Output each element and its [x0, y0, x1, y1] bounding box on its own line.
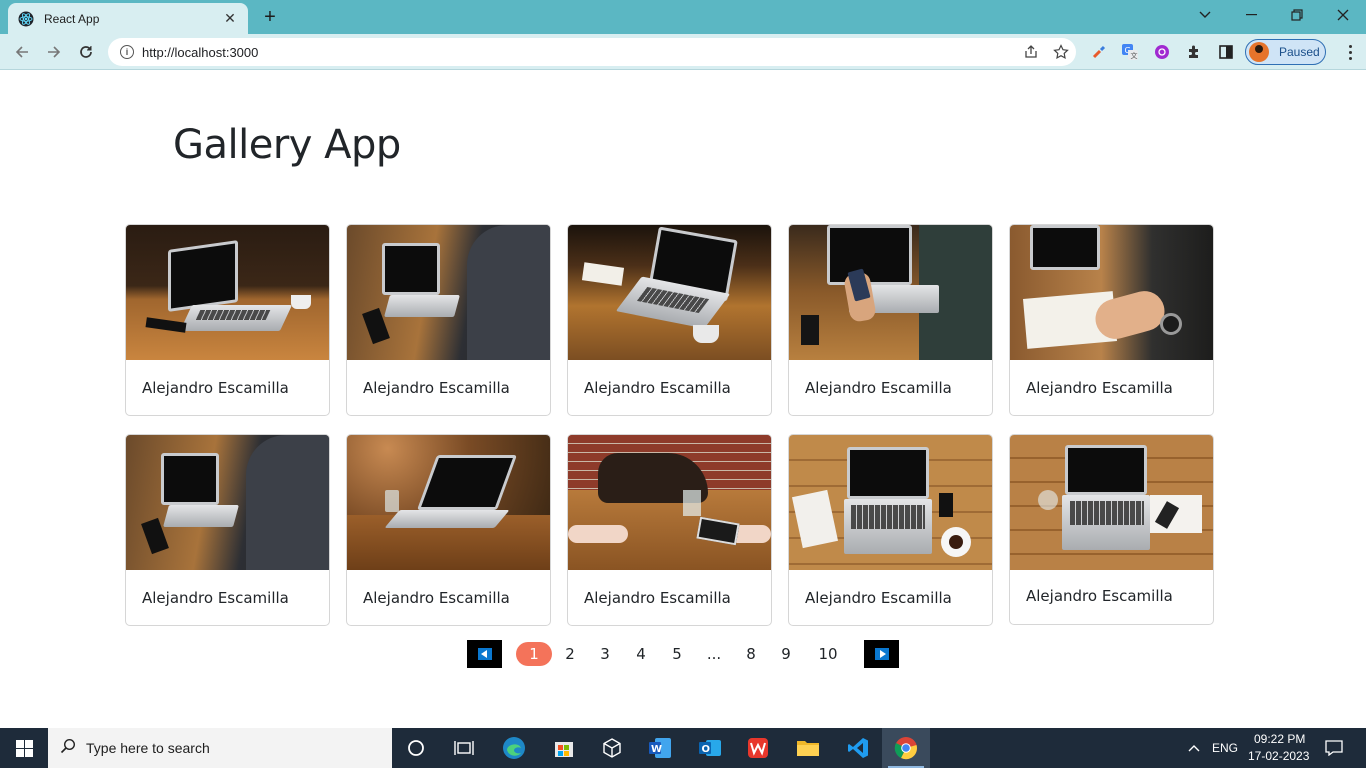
tab-search-chevron-icon[interactable]	[1182, 0, 1228, 30]
svg-text:文: 文	[1131, 51, 1138, 60]
browser-tab-bar: React App ✕ +	[0, 0, 1366, 34]
notifications-icon[interactable]	[1310, 728, 1358, 768]
laptop-coffee-photo[interactable]	[568, 225, 771, 360]
language-indicator[interactable]: ENG	[1212, 741, 1238, 755]
url-text: http://localhost:3000	[142, 44, 259, 60]
close-window-icon[interactable]	[1320, 0, 1366, 30]
profile-status: Paused	[1279, 45, 1320, 59]
extensions-puzzle-icon[interactable]	[1184, 42, 1204, 62]
clock-time[interactable]: 09:22 PM	[1254, 732, 1305, 746]
page-1-button[interactable]: 1	[516, 642, 552, 666]
page-5-button[interactable]: 5	[667, 642, 687, 666]
gallery-card[interactable]: Alejandro Escamilla	[567, 224, 772, 416]
laptop-on-table-photo[interactable]	[126, 225, 329, 360]
next-page-button[interactable]	[864, 640, 899, 668]
windows-start-icon[interactable]	[0, 728, 48, 768]
man-writing-notebook-photo[interactable]	[1010, 225, 1213, 360]
new-tab-icon[interactable]: +	[258, 6, 282, 28]
previous-page-button[interactable]	[467, 640, 502, 668]
gallery-card[interactable]: Alejandro Escamilla	[1009, 434, 1214, 625]
search-icon	[60, 738, 76, 759]
page-9-button[interactable]: 9	[776, 642, 796, 666]
side-panel-icon[interactable]	[1216, 42, 1236, 62]
address-bar[interactable]: i http://localhost:3000	[108, 38, 1076, 66]
gallery-card[interactable]: Alejandro Escamilla	[567, 434, 772, 626]
browser-tab[interactable]: React App ✕	[8, 3, 248, 34]
page-8-button[interactable]: 8	[741, 642, 761, 666]
card-author-name: Alejandro Escamilla	[1026, 379, 1173, 397]
color-picker-extension-icon[interactable]	[1089, 42, 1109, 62]
site-info-icon[interactable]: i	[120, 45, 134, 59]
clock-date[interactable]: 17-02-2023	[1248, 749, 1309, 763]
svg-text:W: W	[651, 744, 662, 755]
page-3-button[interactable]: 3	[595, 642, 615, 666]
task-view-icon[interactable]	[440, 728, 488, 768]
translate-extension-icon[interactable]: G文	[1120, 42, 1140, 62]
3d-cube-app-icon[interactable]	[588, 728, 636, 768]
gallery-card[interactable]: Alejandro Escamilla	[1009, 224, 1214, 416]
cortana-icon[interactable]	[392, 728, 440, 768]
vscode-icon[interactable]	[834, 728, 882, 768]
gallery-card[interactable]: Alejandro Escamilla	[346, 434, 551, 626]
pagination-ellipsis: ...	[706, 645, 722, 663]
browser-toolbar: i http://localhost:3000 G文 Paused	[0, 34, 1366, 70]
outlook-icon[interactable]: O	[686, 728, 734, 768]
show-hidden-icons-chevron-icon[interactable]	[1182, 728, 1206, 768]
windows-taskbar: Type here to search W O ENG 09:22 PM 17-…	[0, 728, 1366, 768]
react-logo-icon	[18, 11, 34, 27]
triangle-left-icon	[477, 648, 492, 660]
page-2-button[interactable]: 2	[560, 642, 580, 666]
card-author-name: Alejandro Escamilla	[584, 589, 731, 607]
card-author-name: Alejandro Escamilla	[584, 379, 731, 397]
profile-button[interactable]: Paused	[1245, 39, 1326, 65]
chrome-icon[interactable]	[882, 728, 930, 768]
purple-extension-icon[interactable]	[1152, 42, 1172, 62]
gallery-card[interactable]: Alejandro Escamilla	[788, 434, 993, 626]
gallery-card[interactable]: Alejandro Escamilla	[346, 224, 551, 416]
taskbar-search-box[interactable]: Type here to search	[48, 728, 392, 768]
man-typing-laptop-photo[interactable]	[126, 435, 329, 570]
card-author-name: Alejandro Escamilla	[142, 589, 289, 607]
people-table-bag-photo[interactable]	[568, 435, 771, 570]
card-author-name: Alejandro Escamilla	[363, 589, 510, 607]
page-title: Gallery App	[173, 122, 401, 168]
bookmark-star-icon[interactable]	[1046, 44, 1076, 60]
page-4-button[interactable]: 4	[631, 642, 651, 666]
card-author-name: Alejandro Escamilla	[1026, 587, 1173, 605]
file-explorer-icon[interactable]	[784, 728, 832, 768]
tab-title: React App	[44, 11, 100, 26]
restore-icon[interactable]	[1274, 0, 1320, 30]
laptop-topdown-photo[interactable]	[1010, 435, 1213, 570]
forward-icon[interactable]	[42, 40, 66, 64]
laptop-side-view-photo[interactable]	[347, 435, 550, 570]
edge-browser-icon[interactable]	[490, 728, 538, 768]
card-author-name: Alejandro Escamilla	[805, 589, 952, 607]
back-icon[interactable]	[10, 40, 34, 64]
card-author-name: Alejandro Escamilla	[805, 379, 952, 397]
gallery-card[interactable]: Alejandro Escamilla	[788, 224, 993, 416]
reload-icon[interactable]	[74, 40, 98, 64]
triangle-right-icon	[874, 648, 889, 660]
share-icon[interactable]	[1016, 44, 1046, 60]
minimize-icon[interactable]	[1228, 0, 1274, 30]
man-holding-phone-photo[interactable]	[789, 225, 992, 360]
word-icon[interactable]: W	[636, 728, 684, 768]
browser-menu-icon[interactable]	[1340, 42, 1360, 62]
gallery-card[interactable]: Alejandro Escamilla	[125, 224, 330, 416]
gallery-card[interactable]: Alejandro Escamilla	[125, 434, 330, 626]
close-tab-icon[interactable]: ✕	[222, 10, 238, 27]
search-placeholder: Type here to search	[86, 740, 210, 756]
man-typing-laptop-photo[interactable]	[347, 225, 550, 360]
page-10-button[interactable]: 10	[812, 642, 844, 666]
wps-office-icon[interactable]	[734, 728, 782, 768]
card-author-name: Alejandro Escamilla	[363, 379, 510, 397]
avatar	[1249, 42, 1269, 62]
microsoft-store-icon[interactable]	[540, 728, 588, 768]
svg-text:O: O	[702, 744, 711, 755]
card-author-name: Alejandro Escamilla	[142, 379, 289, 397]
laptop-topdown-photo[interactable]	[789, 435, 992, 570]
